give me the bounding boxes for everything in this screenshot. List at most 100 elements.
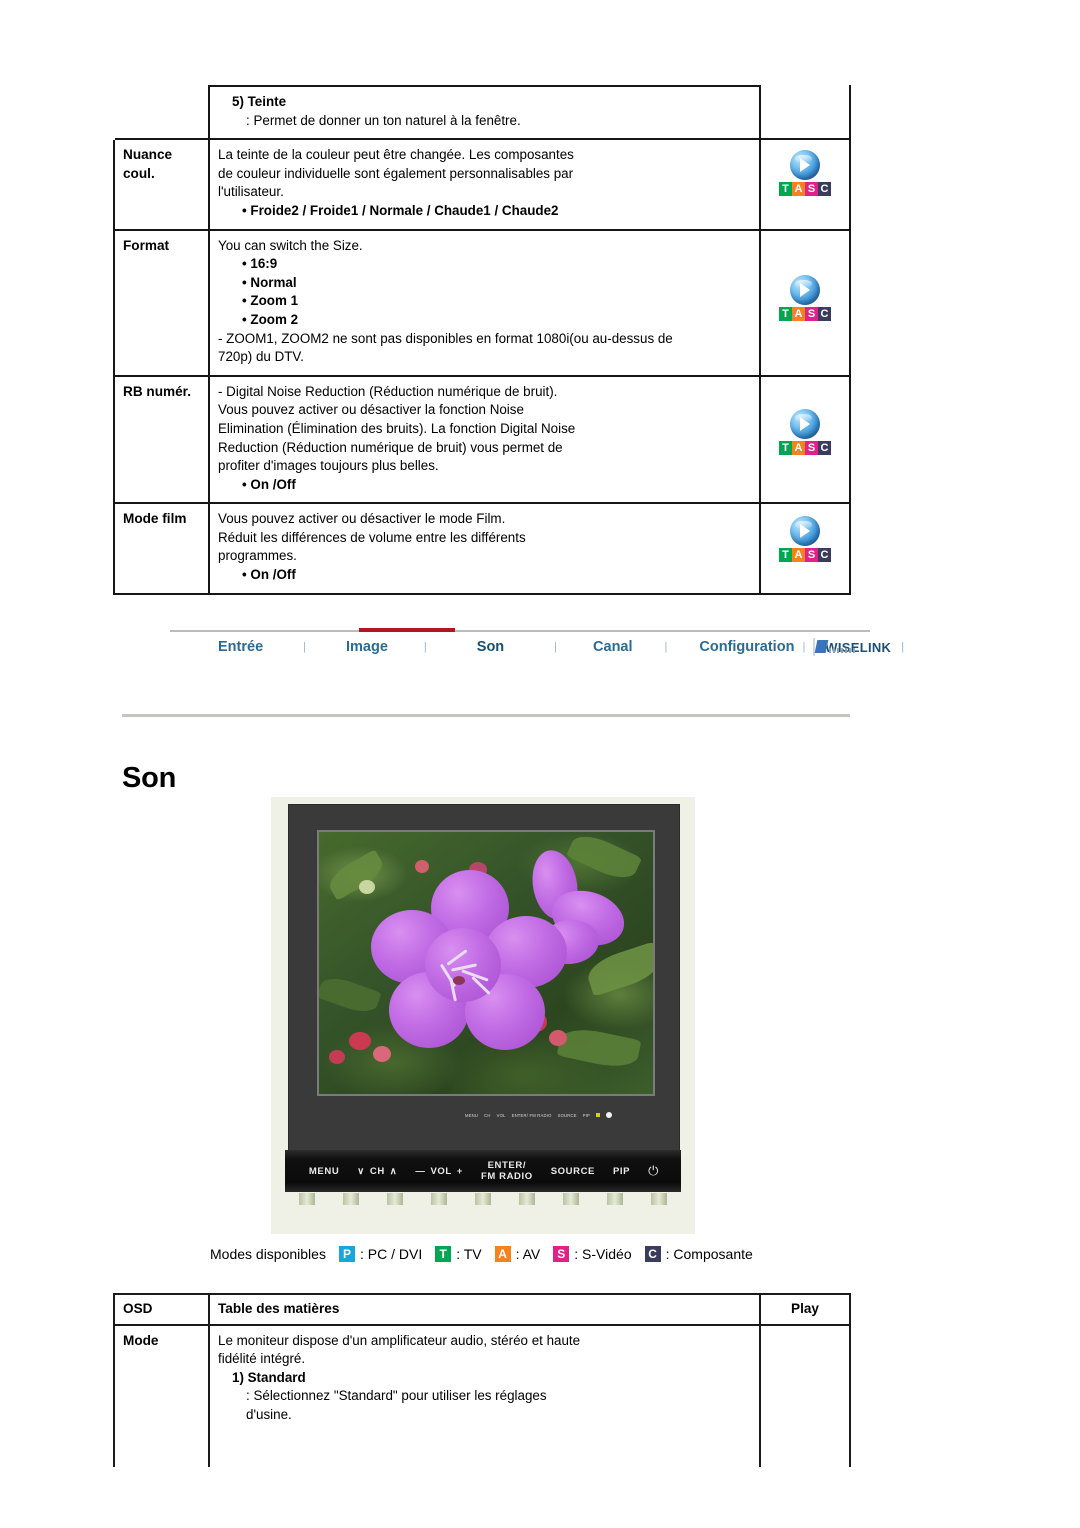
option-bullet: • Zoom 2: [242, 311, 299, 327]
base-button: [299, 1193, 315, 1205]
channel-down-icon[interactable]: ∨: [357, 1166, 365, 1177]
header-contents: Table des matières: [208, 1293, 761, 1326]
nav-item-son[interactable]: Son: [477, 639, 504, 655]
subsection-text: d'usine.: [246, 1406, 292, 1422]
tasc-letters: T A S C: [779, 182, 831, 197]
row-body-cell: 5) Teinte : Permet de donner un ton natu…: [208, 84, 761, 141]
page-title: Son: [122, 762, 177, 794]
mode-badge-s: S: [805, 440, 818, 455]
legend-intro: Modes disponibles: [210, 1246, 326, 1262]
tasc-play-icon: T A S C: [769, 146, 841, 197]
base-button: [651, 1193, 667, 1205]
nav-separator: |: [303, 641, 306, 653]
body-line: Vous pouvez activer ou désactiver la fon…: [218, 402, 524, 418]
body-line: - Digital Noise Reduction (Réduction num…: [218, 383, 558, 399]
footnote-line: 720p) du DTV.: [218, 349, 304, 365]
wiselink-logo-icon: [813, 638, 856, 656]
base-button: [431, 1193, 447, 1205]
legend-text-tv: : TV: [456, 1246, 482, 1262]
mode-badge-a: A: [792, 548, 805, 563]
row-label: Mode: [123, 1332, 159, 1348]
mode-badge-c: C: [818, 548, 831, 563]
mode-badge-svideo-icon: S: [553, 1246, 570, 1262]
mini-label-menu: MENU: [465, 1112, 479, 1118]
enter-fm-radio-button[interactable]: ENTER/ FM RADIO: [481, 1160, 533, 1182]
legend-text-av: : AV: [515, 1246, 541, 1262]
subsection-text: : Sélectionnez "Standard" pour utiliser …: [246, 1388, 547, 1404]
body-line: Reduction (Réduction numérique de bruit)…: [218, 439, 563, 455]
row-label: RB numér.: [123, 383, 191, 399]
body-line: La teinte de la couleur peut être changé…: [218, 147, 574, 163]
body-line: fidélité intégré.: [218, 1351, 306, 1367]
table-row: RB numér. - Digital Noise Reduction (Réd…: [113, 374, 851, 505]
mode-badge-t: T: [779, 182, 792, 197]
sound-settings-table: OSD Table des matières Play Mode Le moni…: [113, 1293, 851, 1467]
source-button[interactable]: SOURCE: [551, 1166, 595, 1177]
available-modes-legend: Modes disponibles P : PC / DVI T : TV A …: [210, 1246, 761, 1262]
nav-active-indicator: [359, 628, 455, 632]
subsection-heading: 1) Standard: [232, 1369, 306, 1385]
channel-up-icon[interactable]: ∧: [390, 1166, 398, 1177]
row-icon-cell: T A S C: [759, 502, 851, 595]
channel-controls[interactable]: ∨ CH ∧: [357, 1166, 397, 1177]
body-line: Le moniteur dispose d'un amplificateur a…: [218, 1332, 581, 1348]
tasc-letters: T A S C: [779, 548, 831, 563]
nav-separator: |: [554, 641, 558, 653]
body-line: Vous pouvez activer ou désactiver le mod…: [218, 511, 506, 527]
mode-badge-a: A: [792, 306, 805, 321]
nav-item-entree[interactable]: Entrée: [218, 639, 263, 655]
row-label-cell: RB numér.: [113, 374, 210, 505]
nav-top-rule: [170, 630, 870, 632]
tasc-play-icon: T A S C: [769, 237, 841, 321]
body-line: Elimination (Élimination des bruits). La…: [218, 420, 576, 436]
option-bullet: • Zoom 1: [242, 293, 299, 309]
base-button: [475, 1193, 491, 1205]
row-body-cell: You can switch the Size. • 16:9 • Normal…: [208, 228, 761, 377]
option-bullet: • On /Off: [242, 476, 296, 492]
body-line: profiter d'images toujours plus belles.: [218, 458, 439, 474]
row-label-cell: Mode film: [113, 502, 210, 595]
row-label-cell: Format: [113, 228, 210, 377]
base-button: [607, 1193, 623, 1205]
power-icon[interactable]: ⏻: [648, 1163, 659, 1179]
volume-up-icon[interactable]: +: [457, 1166, 463, 1177]
mode-badge-composante-icon: C: [644, 1246, 661, 1262]
monitor-base-buttons: [285, 1193, 681, 1205]
base-button: [387, 1193, 403, 1205]
nav-item-configuration[interactable]: Configuration: [699, 639, 794, 655]
base-button: [343, 1193, 359, 1205]
row-body-cell: Vous pouvez activer ou désactiver le mod…: [208, 502, 761, 595]
legend-text-pc: : PC / DVI: [359, 1246, 423, 1262]
mode-badge-t: T: [779, 548, 792, 563]
nav-separator: |: [664, 641, 668, 653]
mini-label-ch: CH: [484, 1112, 491, 1118]
mode-badge-pc-icon: P: [338, 1246, 355, 1262]
mode-badge-s: S: [805, 306, 818, 321]
play-icon: [790, 516, 820, 547]
volume-label: VOL: [430, 1165, 452, 1177]
body-line: programmes.: [218, 548, 297, 564]
volume-controls[interactable]: — VOL +: [415, 1166, 463, 1177]
nav-separator: |: [802, 641, 806, 653]
section-navbar: Entrée | Image | Son | Canal | Configura…: [170, 633, 904, 661]
menu-button[interactable]: MENU: [309, 1166, 339, 1177]
mode-badge-t: T: [779, 440, 792, 455]
power-led: [606, 1112, 613, 1118]
row-label-cell: [114, 86, 210, 140]
tasc-play-icon: T A S C: [769, 510, 841, 563]
monitor-illustration: MENU CH VOL ENTER/ FM RADIO SOURCE PIP M…: [271, 797, 695, 1234]
nav-item-image[interactable]: Image: [346, 639, 388, 655]
table-row: Nuance coul. La teinte de la couleur peu…: [113, 138, 851, 231]
pip-button[interactable]: PIP: [613, 1166, 630, 1177]
body-line: l'utilisateur.: [218, 184, 284, 200]
volume-down-icon[interactable]: —: [415, 1166, 425, 1177]
subsection-text: : Permet de donner un ton naturel à la f…: [246, 112, 521, 128]
row-icon-cell: [759, 86, 851, 141]
table-row: Mode Le moniteur dispose d'un amplificat…: [113, 1323, 851, 1466]
tasc-letters: T A S C: [779, 440, 831, 455]
mini-label-vol: VOL: [496, 1112, 506, 1118]
nav-item-canal[interactable]: Canal: [593, 639, 633, 655]
subsection-heading: 5) Teinte: [232, 94, 287, 109]
mini-label-pip: PIP: [582, 1112, 591, 1118]
row-label-line2: coul.: [123, 165, 155, 181]
